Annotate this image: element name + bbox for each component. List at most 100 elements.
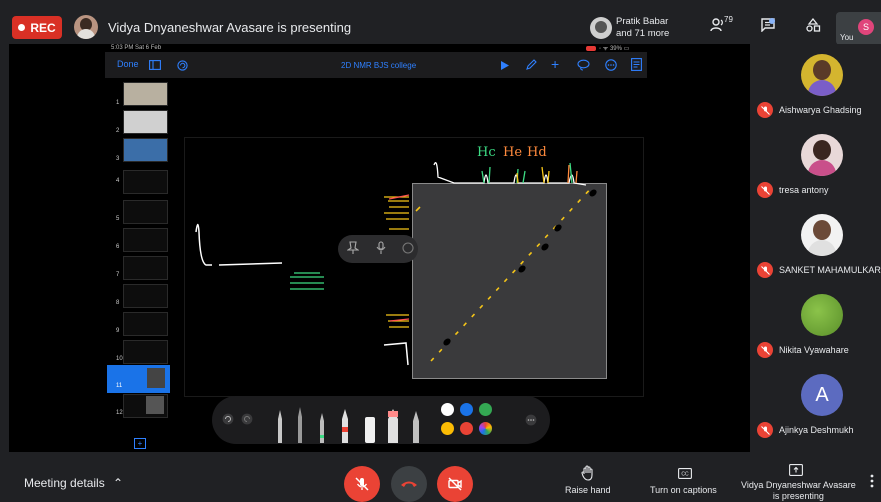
more-vert-icon[interactable] (870, 474, 874, 488)
peak-label-hc: Hc (477, 145, 496, 160)
svg-text:CC: CC (681, 472, 689, 478)
slide-thumbnail[interactable] (123, 110, 168, 134)
color-white-swatch[interactable] (441, 403, 454, 416)
participant-avatar[interactable] (801, 134, 843, 176)
slide-thumbnail[interactable] (123, 228, 168, 252)
presenting-status[interactable]: Vidya Dnyaneshwar Avasare is presenting (741, 480, 856, 502)
peak-label-hd: Hd (527, 145, 547, 160)
undo-icon[interactable] (222, 413, 234, 425)
pen-icon (278, 410, 282, 443)
people-count: 79 (724, 15, 733, 24)
lasso-tool-icon (413, 411, 419, 443)
presenting-status-name: Vidya Dnyaneshwar Avasare (741, 480, 856, 490)
activities-icon[interactable] (805, 18, 821, 32)
presenter-avatar (74, 15, 98, 39)
done-button[interactable]: Done (117, 59, 139, 69)
redo-icon[interactable] (241, 413, 253, 425)
slide-thumbnail[interactable] (123, 256, 168, 280)
document-icon[interactable] (631, 58, 642, 71)
pen-tools[interactable] (270, 405, 430, 443)
presenting-status-text: is presenting (772, 491, 824, 501)
color-picker-icon[interactable] (479, 422, 492, 435)
pin-icon[interactable] (347, 241, 359, 255)
participant-name: tresa antony (779, 185, 829, 195)
play-icon[interactable] (500, 60, 510, 71)
slide-number: 4 (116, 178, 120, 184)
participant-avatar[interactable] (801, 54, 843, 96)
color-yellow-swatch[interactable] (441, 422, 454, 435)
slide-number: 12 (116, 410, 123, 416)
slide-preview (146, 396, 164, 414)
chat-notification-dot (769, 18, 775, 24)
slide-thumbnail[interactable] (123, 284, 168, 308)
slide-thumbnail[interactable] (123, 200, 168, 224)
slide-number: 8 (116, 300, 120, 306)
tablet-status-right: ◦ ᯤ 39% ▭ (586, 44, 629, 52)
slide-number: 2 (116, 128, 120, 134)
self-label: You (840, 33, 854, 42)
raise-hand-label[interactable]: Raise hand (565, 485, 611, 495)
mic-off-icon (757, 342, 773, 358)
undo-circle-icon[interactable] (177, 60, 188, 71)
color-blue-swatch[interactable] (460, 403, 473, 416)
slide-thumbnail[interactable] (123, 312, 168, 336)
raise-hand-icon[interactable] (581, 465, 595, 481)
slide-thumbnails: 1 2 3 4 5 6 7 8 9 10 11 12 (107, 78, 171, 452)
participants-summary-name: Pratik Babar (616, 16, 669, 27)
slide-number: 1 (116, 100, 120, 106)
others-avatar (590, 17, 612, 39)
lasso-icon[interactable] (577, 59, 590, 71)
handwriting-strokes (195, 162, 597, 366)
slide-thumbnail[interactable] (123, 138, 168, 162)
participant-name: SANKET MAHAMULKAR (779, 265, 881, 275)
more-tools-icon[interactable] (525, 414, 537, 426)
mic-off-icon (355, 477, 369, 491)
captions-label[interactable]: Turn on captions (650, 485, 717, 495)
add-icon[interactable]: + (551, 56, 559, 72)
camera-toggle-button[interactable] (437, 466, 473, 502)
presenting-title: Vidya Dnyaneshwar Avasare is presenting (108, 20, 352, 35)
peak-label-he: He (503, 145, 523, 160)
participants-summary[interactable]: Pratik Babar and 71 more (616, 16, 669, 40)
slide-number: 10 (116, 356, 123, 362)
color-green-swatch[interactable] (479, 403, 492, 416)
participant-name: Aishwarya Ghadsing (779, 105, 862, 115)
camera-off-icon (448, 477, 462, 491)
color-red-swatch[interactable] (460, 422, 473, 435)
tablet-status-time: 5:03 PM Sat 6 Feb (111, 45, 162, 51)
screen-record-icon (586, 45, 596, 51)
mic-off-icon (757, 262, 773, 278)
recording-badge: REC (12, 16, 62, 39)
record-dot-icon (18, 24, 26, 31)
close-circle-icon[interactable] (402, 242, 414, 254)
participant-avatar[interactable]: A (801, 374, 843, 416)
mic-off-icon (757, 422, 773, 438)
slide-number: 5 (116, 216, 120, 222)
participant-avatar[interactable] (801, 214, 843, 256)
document-title[interactable]: 2D NMR BJS college (341, 61, 416, 70)
meeting-details-button[interactable]: Meeting details (24, 476, 105, 490)
microphone-icon[interactable] (376, 241, 386, 255)
slide-thumbnail[interactable] (123, 82, 168, 106)
mic-off-icon (757, 102, 773, 118)
add-slide-button[interactable]: + (134, 438, 146, 449)
slide-thumbnail[interactable] (123, 170, 168, 194)
more-options-icon[interactable] (605, 59, 617, 71)
mic-toggle-button[interactable] (344, 466, 380, 502)
chevron-up-icon[interactable]: ⌃ (113, 476, 123, 490)
sidebar-toggle-icon[interactable] (149, 60, 161, 70)
slide-number: 7 (116, 272, 120, 278)
captions-icon[interactable]: CC (678, 468, 692, 479)
pen-tool-icon[interactable] (525, 59, 537, 71)
present-screen-icon[interactable] (789, 464, 803, 476)
slide-number: 9 (116, 328, 120, 334)
recording-label: REC (30, 20, 56, 35)
marker-icon (342, 409, 348, 443)
slide-number-active: 11 (116, 383, 123, 389)
slide-number: 3 (116, 156, 120, 162)
leave-call-button[interactable] (391, 466, 427, 502)
slide-thumbnail[interactable] (123, 340, 168, 364)
mic-off-icon (757, 182, 773, 198)
pencil-icon (298, 407, 302, 443)
participant-avatar[interactable] (801, 294, 843, 336)
